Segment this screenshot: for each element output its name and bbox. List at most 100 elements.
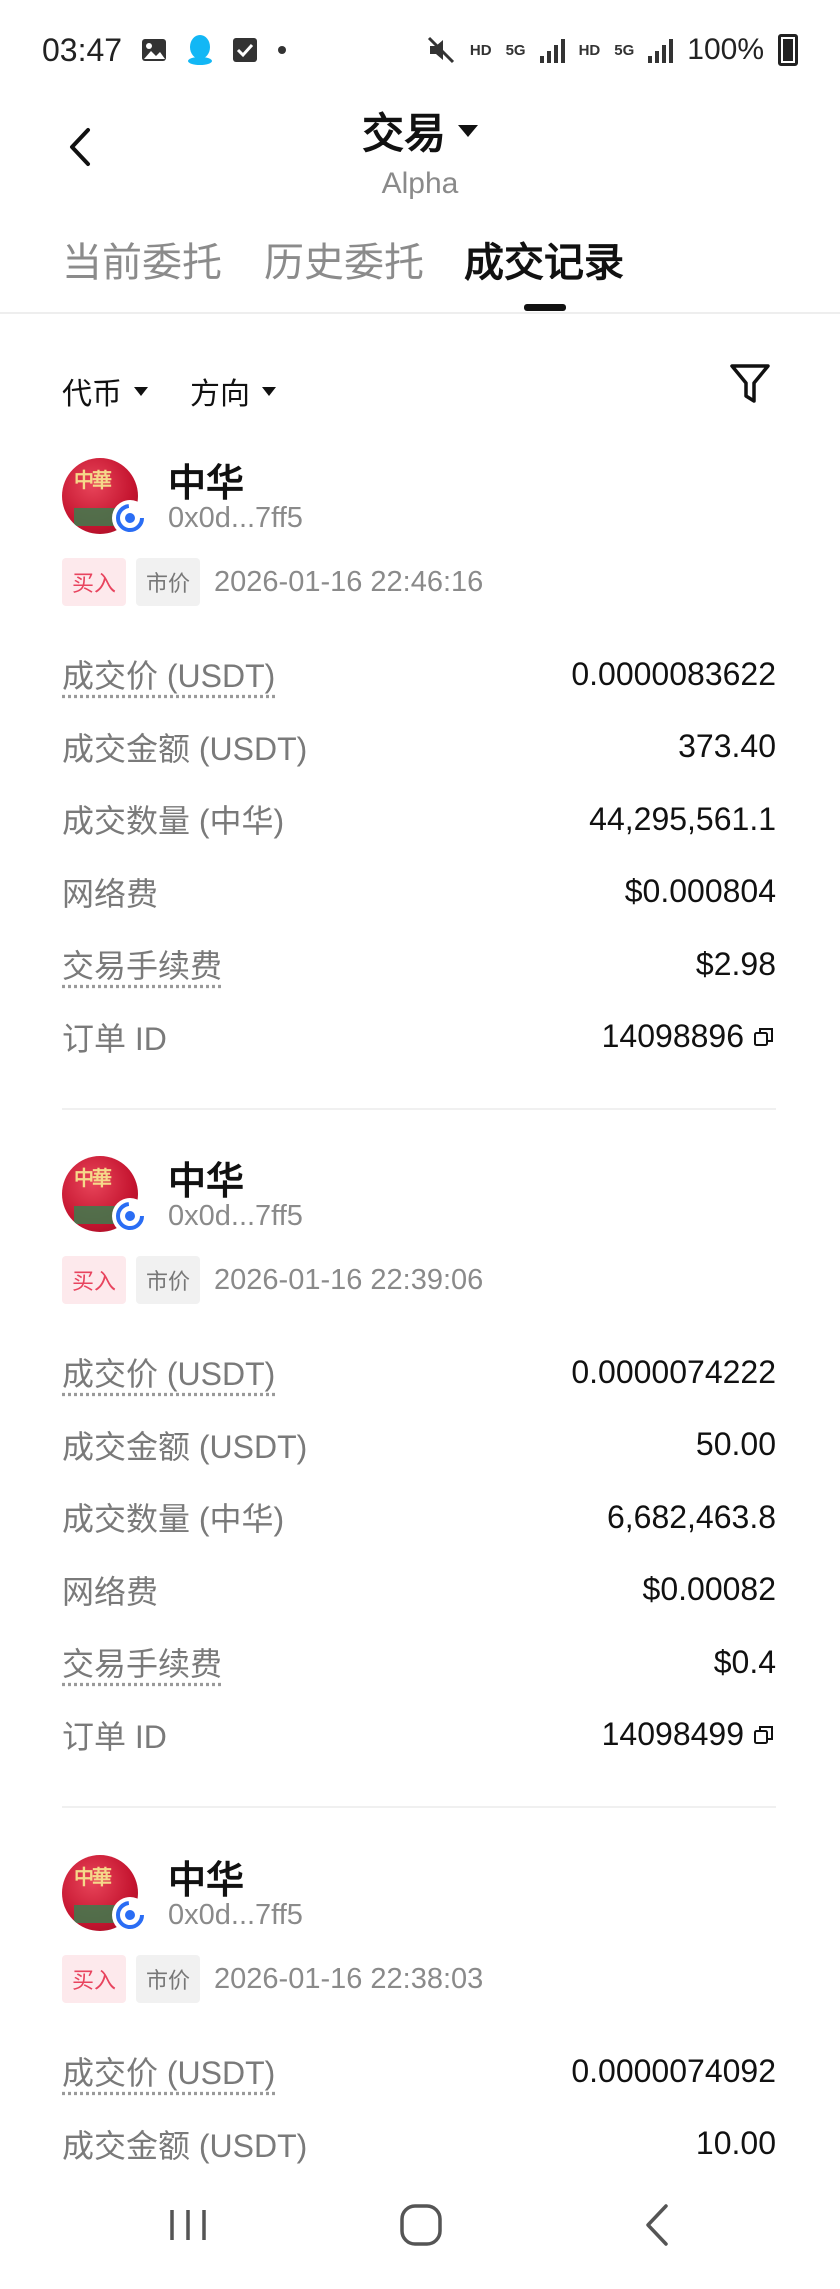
trade-timestamp: 2026-01-16 22:46:16 (214, 565, 484, 598)
trade-details: 成交价 (USDT) 0.0000074222 成交金额 (USDT) 50.00 … (62, 1336, 776, 1771)
side-badge: 买入 (62, 1256, 127, 1304)
order-id-value: 14098499 (601, 1716, 744, 1753)
quantity-value: 6,682,463.8 (606, 1498, 776, 1535)
network-fee-label: 网络费 (62, 1573, 159, 1610)
caret-down-icon (134, 386, 148, 396)
caret-down-icon (458, 124, 478, 137)
detail-row-price: 成交价 (USDT) 0.0000074222 (62, 1336, 776, 1409)
tab-order-history[interactable]: 历史委托 (264, 230, 424, 288)
copy-icon[interactable] (752, 1723, 776, 1747)
detail-row-order-id: 订单 ID 14098896 (62, 1001, 776, 1074)
detail-row-amount: 成交金额 (USDT) 50.00 (62, 1409, 776, 1482)
detail-row-trading-fee: 交易手续费 $2.98 (62, 928, 776, 1001)
trade-details: 成交价 (USDT) 0.0000074092 成交金额 (USDT) 10.00 (62, 2035, 776, 2180)
page-title-dropdown[interactable]: 交易 (362, 100, 478, 161)
token-filter[interactable]: 代币 (62, 369, 148, 413)
coin-name: 中华 (168, 1860, 245, 1902)
network-label-2: 5G (614, 41, 635, 59)
status-right: HD 5G HD 5G 100% (426, 33, 798, 67)
card-divider (62, 1108, 776, 1110)
hd-label: HD (469, 41, 492, 59)
order-id-value-wrap: 14098896 (602, 1018, 776, 1055)
amount-label: 成交金额 (USDT) (62, 2127, 308, 2164)
gallery-icon (142, 39, 167, 61)
trade-tags: 买入 市价 2026-01-16 22:46:16 (62, 558, 776, 606)
contract-address: 0x0d...7ff5 (168, 1899, 303, 1931)
order-type-badge: 市价 (136, 1256, 201, 1304)
copy-icon[interactable] (752, 1025, 776, 1049)
chain-badge-icon (114, 1899, 146, 1931)
tab-open-orders[interactable]: 当前委托 (62, 230, 222, 288)
status-bar: 03:47 HD 5G HD 5G 100% (0, 0, 840, 100)
tab-trade-history[interactable]: 成交记录 (464, 230, 624, 288)
direction-filter-label: 方向 (190, 378, 250, 411)
price-value: 0.0000074092 (571, 2052, 776, 2089)
mute-icon (427, 36, 454, 64)
clock: 03:47 (42, 31, 123, 68)
price-value: 0.0000083622 (571, 655, 776, 692)
chain-badge-icon (114, 502, 146, 534)
order-type-badge: 市价 (136, 1955, 201, 2003)
amount-value: 373.40 (678, 728, 776, 765)
order-id-value: 14098896 (601, 1018, 744, 1055)
trade-tags: 买入 市价 2026-01-16 22:39:06 (62, 1256, 776, 1304)
title-block: 交易 Alpha (0, 100, 840, 201)
order-id-value-wrap: 14098499 (602, 1716, 776, 1753)
hd-label-2: HD (578, 41, 601, 59)
coin-name: 中华 (168, 463, 245, 505)
active-tab-indicator (524, 304, 566, 311)
order-tabs: 当前委托 历史委托 成交记录 (0, 200, 840, 314)
filter-funnel-icon[interactable] (728, 361, 772, 407)
price-label[interactable]: 成交价 (USDT) (62, 651, 275, 697)
trade-card[interactable]: 中華 中华 0x0d...7ff5 买入 市价 2026-01-16 22:39… (62, 1156, 776, 1771)
card-divider (62, 1806, 776, 1808)
checkbox-notification-icon (233, 38, 258, 62)
network-fee-value: $0.000804 (624, 873, 776, 910)
nav-back-icon[interactable] (640, 2200, 674, 2250)
detail-row-quantity: 成交数量 (中华) 6,682,463.8 (62, 1481, 776, 1554)
detail-row-trading-fee: 交易手续费 $0.4 (62, 1626, 776, 1699)
amount-label: 成交金额 (USDT) (62, 1428, 308, 1465)
detail-row-network-fee: 网络费 $0.00082 (62, 1554, 776, 1627)
amount-value: 50.00 (695, 1426, 776, 1463)
coin-row: 中華 中华 0x0d...7ff5 (62, 458, 776, 538)
detail-row-price: 成交价 (USDT) 0.0000074092 (62, 2035, 776, 2108)
home-icon[interactable] (398, 2200, 444, 2250)
network-label: 5G (505, 41, 526, 59)
detail-row-amount: 成交金额 (USDT) 373.40 (62, 711, 776, 784)
signal-icon-2 (648, 37, 674, 63)
order-type-badge: 市价 (136, 558, 201, 606)
trading-fee-label[interactable]: 交易手续费 (62, 1639, 222, 1685)
coin-name: 中华 (168, 1161, 245, 1203)
trading-fee-label[interactable]: 交易手续费 (62, 941, 222, 987)
amount-value: 10.00 (695, 2125, 776, 2162)
trade-card[interactable]: 中華 中华 0x0d...7ff5 买入 市价 2026-01-16 22:46… (62, 458, 776, 1073)
trade-details: 成交价 (USDT) 0.0000083622 成交金额 (USDT) 373.40… (62, 638, 776, 1073)
trade-tags: 买入 市价 2026-01-16 22:38:03 (62, 1955, 776, 2003)
price-label[interactable]: 成交价 (USDT) (62, 2048, 275, 2094)
trade-timestamp: 2026-01-16 22:39:06 (214, 1263, 484, 1296)
filter-bar: 代币 方向 (0, 355, 840, 425)
order-id-label: 订单 ID (62, 1718, 167, 1755)
trade-timestamp: 2026-01-16 22:38:03 (214, 1962, 484, 1995)
quantity-value: 44,295,561.1 (589, 800, 776, 837)
battery-icon (778, 34, 798, 66)
side-badge: 买入 (62, 558, 127, 606)
contract-address: 0x0d...7ff5 (168, 502, 303, 534)
recent-apps-icon[interactable] (166, 2200, 210, 2250)
quantity-label: 成交数量 (中华) (62, 803, 285, 840)
detail-row-price: 成交价 (USDT) 0.0000083622 (62, 638, 776, 711)
trade-card[interactable]: 中華 中华 0x0d...7ff5 买入 市价 2026-01-16 22:38… (62, 1855, 776, 2180)
caret-down-icon (262, 386, 276, 396)
trading-fee-value: $2.98 (695, 945, 776, 982)
direction-filter[interactable]: 方向 (190, 369, 276, 413)
side-badge: 买入 (62, 1955, 127, 2003)
page-title: 交易 (361, 110, 446, 157)
header: 交易 Alpha (0, 100, 840, 200)
coin-row: 中華 中华 0x0d...7ff5 (62, 1156, 776, 1236)
quantity-label: 成交数量 (中华) (62, 1501, 285, 1538)
amount-label: 成交金额 (USDT) (62, 730, 308, 767)
coin-row: 中華 中华 0x0d...7ff5 (62, 1855, 776, 1935)
price-label[interactable]: 成交价 (USDT) (62, 1349, 275, 1395)
token-filter-label: 代币 (62, 378, 122, 411)
